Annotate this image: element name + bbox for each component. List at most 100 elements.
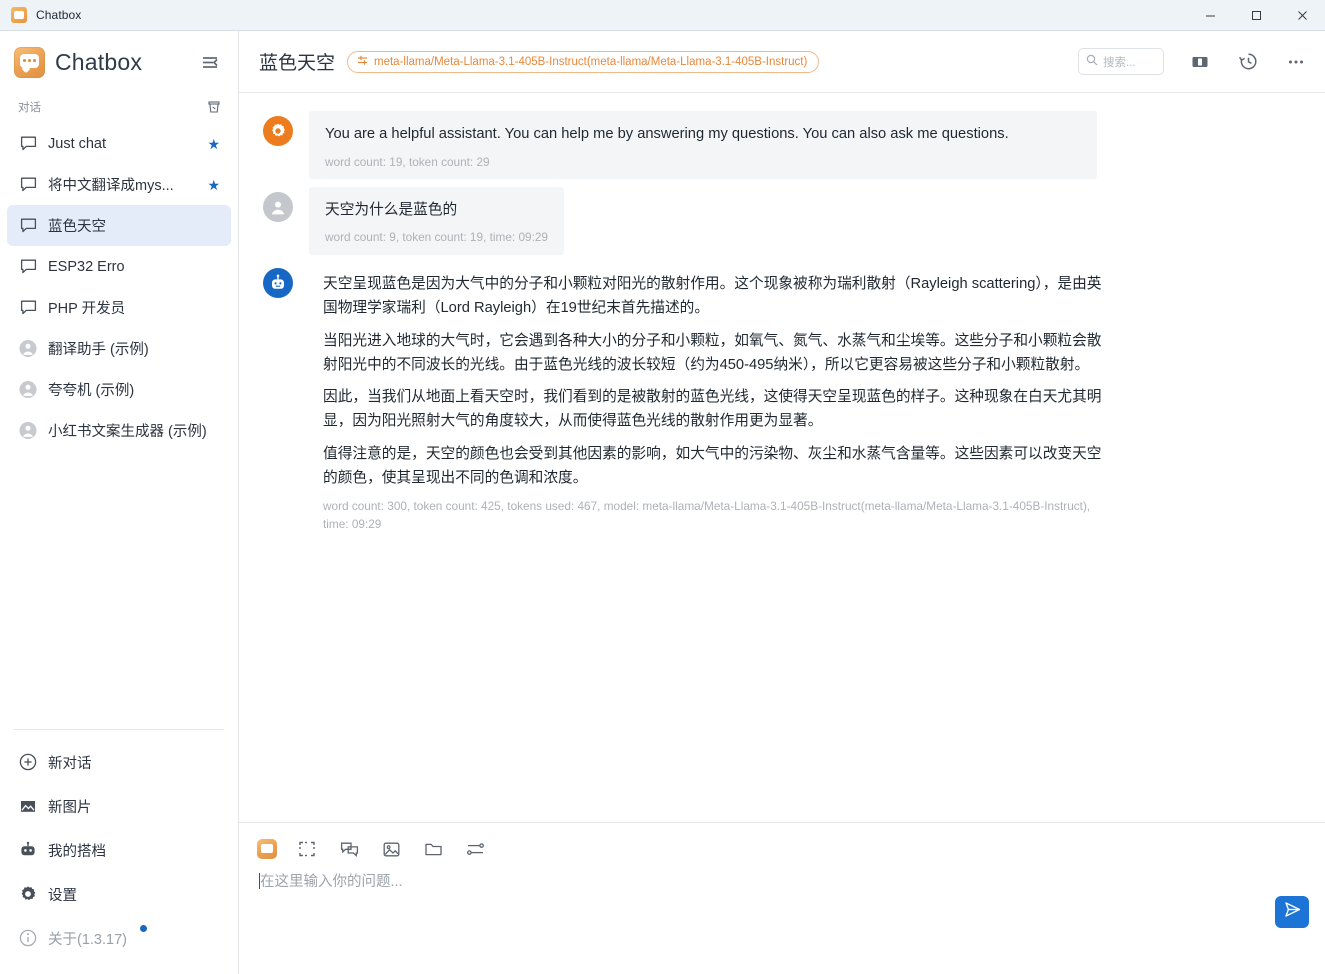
sidebar-item-conversation[interactable]: 蓝色天空 <box>7 205 231 246</box>
sidebar-item-conversation[interactable]: 将中文翻译成mys... ★ <box>7 164 231 205</box>
model-badge[interactable]: meta-llama/Meta-Llama-3.1-405B-Instruct(… <box>347 51 819 73</box>
message-assistant: 天空呈现蓝色是因为大气中的分子和小颗粒对阳光的散射作用。这个现象被称为瑞利散射（… <box>239 259 1325 547</box>
message-paragraph: 因此，当我们从地面上看天空时，我们看到的是被散射的蓝色光线，这使得天空呈现蓝色的… <box>323 386 1105 434</box>
conversations-section-header: 对话 <box>0 93 238 121</box>
sidebar-header: Chatbox <box>0 31 238 93</box>
chatbox-app-icon <box>11 7 27 23</box>
brand-name: Chatbox <box>55 49 142 76</box>
sidebar-item-conversation[interactable]: 翻译助手 (示例) <box>7 328 231 369</box>
sidebar-action-item[interactable]: 关于(1.3.17) <box>7 916 231 960</box>
plus-circle-icon <box>19 753 37 771</box>
main-header: 蓝色天空 meta-llama/Meta-Llama-3.1-405B-Inst… <box>239 31 1325 93</box>
chatbox-window: Chatbox Chatbox <box>0 0 1325 974</box>
window-title: Chatbox <box>36 8 81 22</box>
sidebar-item-label: 小红书文案生成器 (示例) <box>48 420 220 441</box>
search-input[interactable]: 搜索... <box>1078 48 1164 75</box>
conversations-label: 对话 <box>18 99 41 115</box>
sidebar-action-item[interactable]: 我的搭档 <box>7 828 231 872</box>
star-icon[interactable]: ★ <box>207 178 220 192</box>
quick-prompt-icon[interactable] <box>337 837 361 861</box>
search-placeholder: 搜索... <box>1103 54 1136 70</box>
chat-bubble-icon <box>19 299 37 317</box>
message-bubble[interactable]: 天空为什么是蓝色的 word count: 9, token count: 19,… <box>309 187 564 255</box>
composer: 在这里输入你的问题... <box>239 822 1325 974</box>
message-paragraph: 值得注意的是，天空的颜色也会受到其他因素的影响，如大气中的污染物、灰尘和水蒸气含… <box>323 443 1105 491</box>
message-user: 天空为什么是蓝色的 word count: 9, token count: 19,… <box>239 183 1325 259</box>
composer-area: 在这里输入你的问题... <box>257 866 1309 950</box>
sidebar-item-label: Just chat <box>48 136 196 152</box>
close-button[interactable] <box>1279 0 1325 30</box>
sidebar-item-label: PHP 开发员 <box>48 297 220 318</box>
composer-toolbar <box>257 832 1309 866</box>
message-meta: word count: 300, token count: 425, token… <box>323 497 1105 534</box>
sidebar-item-conversation[interactable]: 小红书文案生成器 (示例) <box>7 410 231 451</box>
sidebar-action-item[interactable]: 新对话 <box>7 740 231 784</box>
chatbox-logo-icon[interactable] <box>257 839 277 859</box>
attach-file-icon[interactable] <box>421 837 445 861</box>
search-icon <box>1086 53 1098 71</box>
message-bubble[interactable]: You are a helpful assistant. You can hel… <box>309 111 1097 179</box>
collapse-sidebar-icon[interactable] <box>196 48 224 76</box>
message-bubble[interactable]: 天空呈现蓝色是因为大气中的分子和小颗粒对阳光的散射作用。这个现象被称为瑞利散射（… <box>309 263 1121 543</box>
sidebar-item-conversation[interactable]: ESP32 Erro <box>7 246 231 287</box>
sidebar-item-conversation[interactable]: PHP 开发员 <box>7 287 231 328</box>
robot-icon <box>19 841 37 859</box>
sidebar-action-item[interactable]: 新图片 <box>7 784 231 828</box>
chatbox-logo-icon <box>14 47 45 78</box>
send-button[interactable] <box>1275 896 1309 928</box>
model-badge-label: meta-llama/Meta-Llama-3.1-405B-Instruct(… <box>374 56 807 68</box>
insert-image-icon[interactable] <box>379 837 403 861</box>
sidebar-action-label: 设置 <box>48 884 220 905</box>
sidebar-item-label: 蓝色天空 <box>48 215 220 236</box>
sidebar-action-item[interactable]: 设置 <box>7 872 231 916</box>
message-text: 天空为什么是蓝色的 <box>325 199 548 223</box>
message-system: You are a helpful assistant. You can hel… <box>239 107 1325 183</box>
sidebar-action-label: 新图片 <box>48 796 220 817</box>
history-clock-icon[interactable] <box>1234 48 1262 76</box>
sidebar-item-label: 将中文翻译成mys... <box>48 174 196 195</box>
maximize-button[interactable] <box>1233 0 1279 30</box>
person-avatar-icon <box>19 340 37 358</box>
main-panel: 蓝色天空 meta-llama/Meta-Llama-3.1-405B-Inst… <box>239 31 1325 974</box>
sidebar-item-conversation[interactable]: 夸夸机 (示例) <box>7 369 231 410</box>
message-input-placeholder: 在这里输入你的问题... <box>260 874 403 890</box>
message-input[interactable]: 在这里输入你的问题... <box>257 866 1265 950</box>
sidebar-item-label: 翻译助手 (示例) <box>48 338 220 359</box>
screenshot-crop-icon[interactable] <box>295 837 319 861</box>
person-avatar-icon <box>19 422 37 440</box>
sidebar-action-label: 我的搭档 <box>48 840 220 861</box>
message-meta: word count: 9, token count: 19, time: 09… <box>325 228 548 246</box>
window-controls <box>1187 0 1325 30</box>
sidebar-action-label: 关于(1.3.17) <box>48 928 220 949</box>
person-avatar-icon <box>263 192 293 222</box>
update-badge-dot <box>140 925 147 932</box>
gear-icon <box>19 885 37 903</box>
chat-bubble-icon <box>19 135 37 153</box>
gear-avatar-icon <box>263 116 293 146</box>
titlebar-left: Chatbox <box>0 7 81 23</box>
message-text: You are a helpful assistant. You can hel… <box>325 123 1081 147</box>
robot-avatar-icon <box>263 268 293 298</box>
star-icon[interactable]: ★ <box>207 137 220 151</box>
chat-bubble-icon <box>19 258 37 276</box>
sidebar: Chatbox 对话 <box>0 31 239 974</box>
chat-bubble-icon <box>19 217 37 235</box>
info-circle-icon <box>19 929 37 947</box>
split-view-icon[interactable] <box>1186 48 1214 76</box>
brand: Chatbox <box>14 47 142 78</box>
page-title: 蓝色天空 <box>259 48 335 75</box>
send-paper-plane-icon <box>1283 900 1302 924</box>
sliders-icon <box>357 55 368 69</box>
minimize-button[interactable] <box>1187 0 1233 30</box>
sidebar-item-label: ESP32 Erro <box>48 259 220 275</box>
window-titlebar: Chatbox <box>0 0 1325 31</box>
message-meta: word count: 19, token count: 29 <box>325 153 1081 171</box>
more-options-icon[interactable] <box>1282 48 1310 76</box>
message-list[interactable]: You are a helpful assistant. You can hel… <box>239 93 1325 822</box>
conversation-list: Just chat ★ 将中文翻译成mys... ★ 蓝色天空 ESP32 Erro PHP… <box>0 121 238 723</box>
message-paragraph: 天空呈现蓝色是因为大气中的分子和小颗粒对阳光的散射作用。这个现象被称为瑞利散射（… <box>323 273 1105 321</box>
model-settings-icon[interactable] <box>463 837 487 861</box>
window-body: Chatbox 对话 <box>0 31 1325 974</box>
clear-conversations-icon[interactable] <box>203 96 225 118</box>
sidebar-item-conversation[interactable]: Just chat ★ <box>7 123 231 164</box>
